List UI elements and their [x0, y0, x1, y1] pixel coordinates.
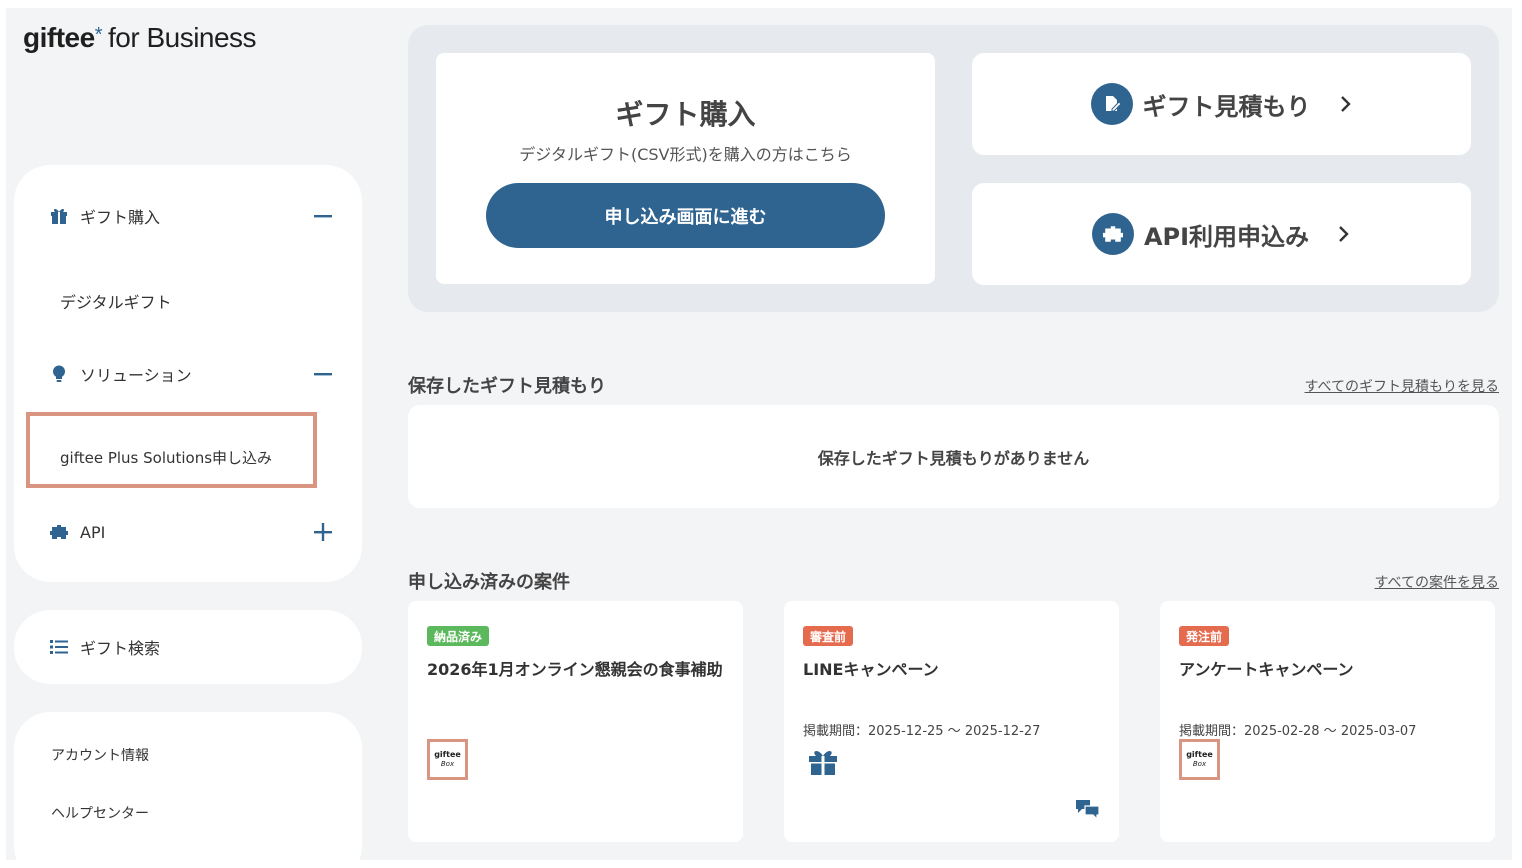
giftee-box-line2: Box	[440, 760, 455, 768]
sidebar-gift-search-card: ギフト検索	[14, 610, 362, 684]
sidebar-account-card: アカウント情報 ヘルプセンター	[14, 712, 362, 860]
list-icon	[50, 638, 68, 656]
api-application-link[interactable]: API利用申込み	[972, 183, 1471, 285]
sidebar-item-solutions[interactable]: ソリューション	[50, 362, 332, 386]
help-center-link[interactable]: ヘルプセンター	[51, 803, 149, 823]
puzzle-icon	[1091, 213, 1134, 255]
gift-estimate-link[interactable]: ギフト見積もり	[972, 53, 1471, 155]
saved-estimates-empty: 保存したギフト見積もりがありません	[408, 405, 1499, 508]
empty-message: 保存したギフト見積もりがありません	[817, 448, 1090, 468]
sidebar-item-label: API	[80, 522, 106, 542]
logo-rest: for Business	[107, 22, 257, 53]
collapse-minus-icon[interactable]	[314, 207, 332, 225]
giftee-box-line2: Box	[1192, 760, 1207, 768]
chat-icon[interactable]	[1075, 798, 1101, 824]
sidebar-item-label: ギフト購入	[80, 208, 161, 227]
logo-brand: giftee	[23, 22, 95, 53]
collapse-minus-icon[interactable]	[314, 365, 332, 383]
giftee-box-thumbnail: giftee Box	[427, 739, 468, 780]
sidebar-item-digital-gift[interactable]: デジタルギフト	[60, 289, 172, 313]
sidebar-nav-card: ギフト購入 デジタルギフト ソリューション giftee Plus Soluti…	[14, 165, 362, 582]
case-period: 掲載期間：2025-12-25 〜 2025-12-27	[803, 724, 1041, 739]
sidebar-item-giftee-plus[interactable]: giftee Plus Solutions申し込み	[60, 447, 272, 468]
gift-icon	[50, 207, 68, 225]
applied-cases-title: 申し込み済みの案件	[408, 572, 570, 593]
status-badge: 審査前	[803, 626, 854, 646]
giftee-box-thumbnail: giftee Box	[1179, 739, 1220, 780]
status-badge: 発注前	[1179, 626, 1230, 646]
giftee-box-line1: giftee	[1186, 750, 1213, 759]
see-all-estimates-link[interactable]: すべてのギフト見積もりを見る	[1305, 376, 1499, 396]
api-application-label: API利用申込み	[1143, 222, 1310, 251]
chevron-right-icon	[1339, 226, 1349, 242]
expand-plus-icon[interactable]	[314, 523, 332, 541]
giftee-box-line1: giftee	[434, 750, 461, 759]
case-title: LINEキャンペーン	[803, 660, 939, 679]
sidebar-item-label: ソリューション	[80, 366, 192, 385]
logo-star: *	[94, 24, 103, 46]
case-card[interactable]: 納品済み 2026年1月オンライン懇親会の食事補助 giftee Box	[408, 601, 743, 842]
sidebar-item-label: ギフト検索	[80, 639, 161, 658]
gift-estimate-label: ギフト見積もり	[1142, 92, 1311, 121]
puzzle-icon	[50, 523, 68, 541]
sidebar-item-gift-purchase[interactable]: ギフト購入	[50, 204, 332, 228]
chevron-right-icon	[1340, 96, 1351, 112]
case-card[interactable]: 審査前 LINEキャンペーン 掲載期間：2025-12-25 〜 2025-12…	[784, 601, 1119, 842]
purchase-subtitle: デジタルギフト(CSV形式)を購入の方はこちら	[519, 145, 852, 164]
proceed-to-application-button[interactable]: 申し込み画面に進む	[486, 183, 885, 248]
gift-icon	[808, 748, 838, 780]
case-period: 掲載期間：2025-02-28 〜 2025-03-07	[1179, 724, 1417, 739]
status-badge: 納品済み	[427, 626, 490, 646]
case-title: 2026年1月オンライン懇親会の食事補助	[427, 660, 723, 679]
account-info-link[interactable]: アカウント情報	[51, 745, 149, 765]
hero-panel: ギフト購入 デジタルギフト(CSV形式)を購入の方はこちら 申し込み画面に進む …	[408, 25, 1499, 312]
app-logo[interactable]: giftee* for Business	[23, 22, 257, 54]
gift-purchase-card: ギフト購入 デジタルギフト(CSV形式)を購入の方はこちら 申し込み画面に進む	[436, 53, 935, 284]
sidebar-item-api[interactable]: API	[50, 520, 332, 544]
see-all-cases-link[interactable]: すべての案件を見る	[1375, 572, 1499, 592]
case-title: アンケートキャンペーン	[1179, 660, 1354, 679]
sidebar-item-gift-search[interactable]: ギフト検索	[50, 635, 332, 659]
saved-estimates-title: 保存したギフト見積もり	[408, 376, 606, 397]
estimate-icon	[1090, 83, 1133, 125]
purchase-title: ギフト購入	[615, 98, 756, 131]
app-frame: giftee* for Business ギフト購入 デジタルギフト ソリューショ…	[6, 8, 1512, 860]
lightbulb-icon	[50, 365, 68, 383]
case-card[interactable]: 発注前 アンケートキャンペーン 掲載期間：2025-02-28 〜 2025-0…	[1160, 601, 1495, 842]
